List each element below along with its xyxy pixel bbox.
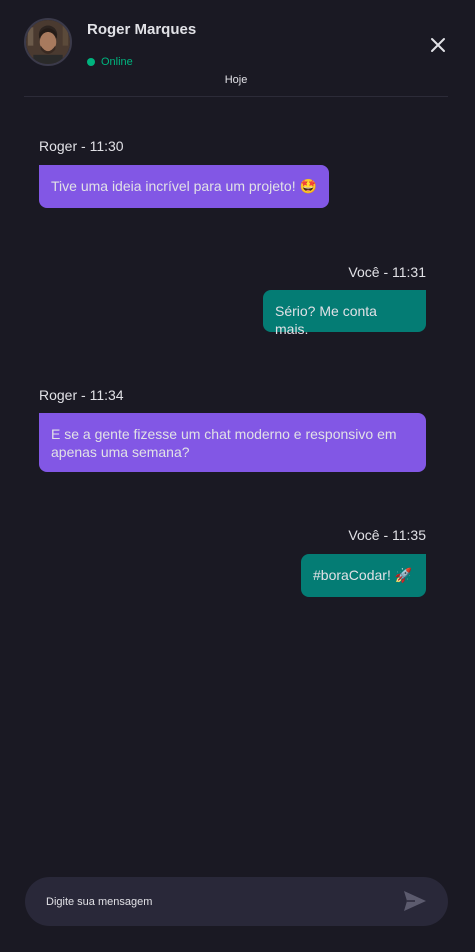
message-bubble-incoming: E se a gente fizesse um chat moderno e r… [39, 413, 426, 472]
online-dot-icon [87, 58, 95, 66]
message-input[interactable] [46, 877, 386, 926]
message-meta: Você - 11:35 [348, 527, 426, 543]
date-separator: Hoje [224, 74, 248, 86]
chat-header: Roger Marques Online Hoje [24, 18, 448, 97]
close-icon[interactable] [428, 35, 448, 55]
message-meta: Roger - 11:34 [39, 387, 124, 403]
message-bubble-incoming: Tive uma ideia incrível para um projeto!… [39, 165, 329, 208]
avatar[interactable] [24, 18, 72, 66]
contact-name: Roger Marques [87, 21, 197, 38]
status-text: Online [101, 56, 133, 68]
message-bubble-outgoing: Sério? Me conta mais. [263, 290, 426, 337]
status-indicator: Online [87, 56, 133, 68]
message-meta: Você - 11:31 [348, 264, 426, 280]
send-icon[interactable] [403, 890, 427, 912]
message-composer [25, 877, 448, 926]
message-meta: Roger - 11:30 [39, 138, 124, 154]
message-bubble-outgoing: #boraCodar! 🚀 [301, 554, 426, 597]
